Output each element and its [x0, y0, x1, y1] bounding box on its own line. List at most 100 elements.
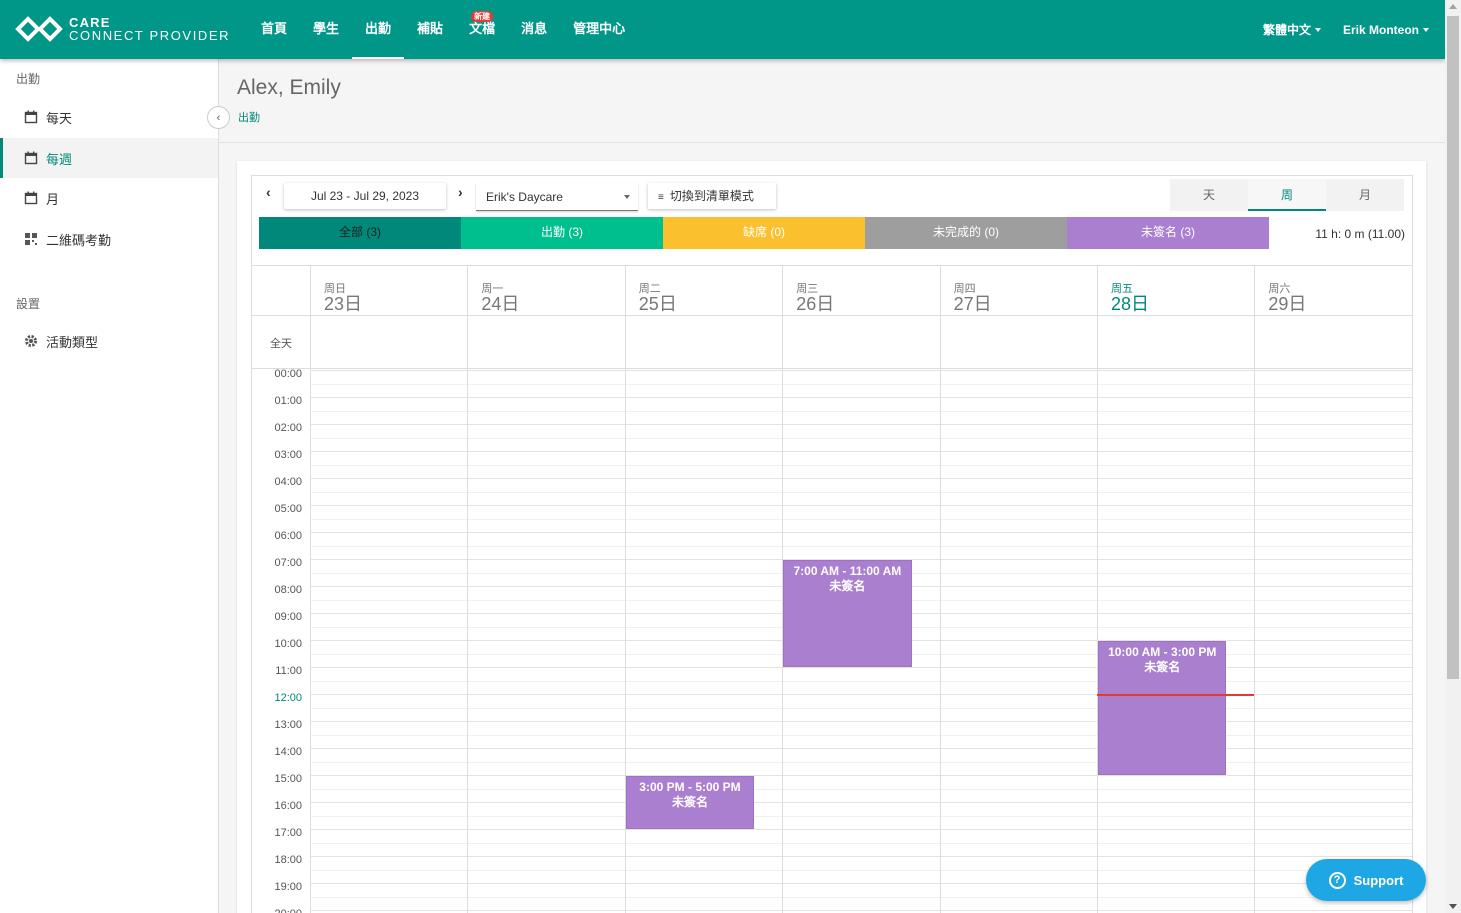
day-header-1[interactable]: 周一 24日	[467, 266, 624, 316]
all-day-cell[interactable]	[782, 316, 939, 368]
time-label: 07:00	[274, 557, 302, 569]
hour-line	[310, 721, 1412, 722]
nav-item-4[interactable]: 文檔 新建	[456, 0, 508, 59]
day-header-6[interactable]: 周六 29日	[1254, 266, 1411, 316]
all-day-cell[interactable]	[1254, 316, 1411, 368]
status-filter-present[interactable]: 出勤 (3)	[461, 217, 663, 249]
scrollbar-thumb[interactable]	[1447, 16, 1459, 679]
page-scrollbar[interactable]	[1445, 0, 1461, 913]
location-select[interactable]: Erik's Daycare	[476, 183, 638, 211]
nav-item-2[interactable]: 出勤	[352, 0, 405, 59]
help-icon: ?	[1328, 871, 1346, 889]
nav-item-label: 文檔	[469, 21, 496, 36]
view-tab-0[interactable]: 天	[1170, 179, 1248, 211]
breadcrumb[interactable]: 出勤	[238, 109, 260, 125]
day-header-5[interactable]: 周五 28日	[1097, 266, 1254, 316]
nav-item-1[interactable]: 學生	[300, 0, 352, 59]
all-day-cell[interactable]	[467, 316, 624, 368]
total-hours: 11 h: 0 m (11.00)	[1315, 227, 1405, 241]
day-column	[939, 369, 941, 913]
list-mode-button[interactable]: ≡ 切換到清單模式	[648, 183, 776, 209]
hour-line	[310, 856, 1412, 857]
day-column	[624, 369, 626, 913]
language-dropdown[interactable]: 繁體中文	[1263, 21, 1321, 38]
hour-line	[310, 505, 1412, 506]
all-day-cell[interactable]	[939, 316, 1097, 368]
sidebar: 出勤 每天 每週月二維碼考勤 設置 活動類型	[0, 59, 219, 913]
time-label: 03:00	[274, 449, 302, 461]
all-day-cell[interactable]	[1097, 316, 1254, 368]
calendar-day-icon	[24, 110, 38, 124]
hour-line	[310, 397, 1412, 398]
all-day-cell[interactable]	[310, 316, 467, 368]
sidebar-collapse-button[interactable]: ‹	[207, 106, 230, 129]
user-menu[interactable]: Erik Monteon	[1343, 23, 1429, 37]
status-filter-incomplete[interactable]: 未完成的 (0)	[865, 217, 1067, 249]
status-filter-bar: 全部 (3) 出勤 (3) 缺席 (0) 未完成的 (0) 未簽名 (3)	[259, 217, 1269, 249]
nav-item-label: 首頁	[261, 21, 288, 36]
date-range-picker[interactable]: Jul 23 - Jul 29, 2023	[284, 183, 446, 209]
chevron-left-icon: ‹	[216, 111, 221, 124]
half-hour-line	[310, 869, 1412, 871]
logo-mark-icon	[15, 16, 63, 42]
chevron-down-icon	[1423, 27, 1429, 32]
event-status: 未簽名	[671, 795, 708, 809]
view-tabs: 天周月	[1170, 179, 1404, 211]
view-tab-2[interactable]: 月	[1326, 179, 1404, 211]
next-week-button[interactable]: ›	[458, 184, 463, 200]
half-hour-line	[310, 545, 1412, 547]
time-label: 15:00	[274, 773, 302, 785]
day-header-4[interactable]: 周四 27日	[939, 266, 1097, 316]
day-date: 28日	[1111, 294, 1150, 314]
sidebar-item-1[interactable]: 每週	[0, 138, 218, 178]
sidebar-item-0[interactable]: 每天	[0, 97, 218, 137]
calendar-month-icon	[24, 191, 38, 205]
hour-line	[310, 370, 1412, 371]
day-column	[310, 369, 311, 913]
prev-week-button[interactable]: ‹	[266, 184, 271, 200]
scroll-up-icon[interactable]	[1449, 4, 1457, 9]
nav-item-3[interactable]: 補貼	[404, 0, 456, 59]
time-label: 09:00	[274, 611, 302, 623]
event-time: 10:00 AM - 3:00 PM	[1108, 645, 1217, 659]
hour-line	[310, 667, 1412, 668]
sidebar-item-2[interactable]: 月	[0, 178, 218, 218]
status-filter-absent[interactable]: 缺席 (0)	[663, 217, 865, 249]
attendance-event[interactable]: 7:00 AM - 11:00 AM 未簽名	[783, 560, 912, 667]
brand-logo[interactable]: CARE CONNECT PROVIDER	[14, 14, 230, 44]
support-button[interactable]: ? Support	[1306, 859, 1426, 901]
day-date: 26日	[796, 294, 835, 314]
all-day-cell[interactable]	[624, 316, 782, 368]
time-label: 11:00	[275, 665, 302, 677]
status-filter-all[interactable]: 全部 (3)	[259, 217, 461, 249]
attendance-event[interactable]: 10:00 AM - 3:00 PM 未簽名	[1098, 641, 1227, 775]
scroll-down-icon[interactable]	[1449, 904, 1457, 909]
time-label: 08:00	[274, 584, 302, 596]
half-hour-line	[310, 518, 1412, 520]
day-header-2[interactable]: 周二 25日	[624, 266, 782, 316]
time-label: 14:00	[274, 746, 302, 758]
hour-line	[310, 748, 1412, 749]
half-hour-line	[310, 410, 1412, 412]
half-hour-line	[310, 707, 1412, 709]
time-label: 16:00	[274, 800, 302, 812]
nav-item-5[interactable]: 消息	[508, 0, 560, 59]
view-tab-1[interactable]: 周	[1248, 179, 1326, 211]
half-hour-line	[310, 437, 1412, 439]
half-hour-line	[310, 896, 1412, 898]
sidebar-item-3[interactable]: 二維碼考勤	[0, 219, 218, 259]
sidebar-item-activity-types[interactable]: 活動類型	[0, 321, 218, 361]
attendance-event[interactable]: 3:00 PM - 5:00 PM 未簽名	[625, 776, 755, 829]
day-date: 27日	[953, 294, 992, 314]
event-time: 3:00 PM - 5:00 PM	[639, 780, 741, 794]
day-header-0[interactable]: 周日 23日	[310, 266, 467, 316]
day-header-3[interactable]: 周三 26日	[782, 266, 939, 316]
brand-line2: CONNECT PROVIDER	[69, 28, 231, 43]
sidebar-item-label: 月	[46, 191, 60, 207]
nav-item-label: 管理中心	[573, 21, 626, 36]
nav-item-0[interactable]: 首頁	[248, 0, 300, 59]
half-hour-line	[310, 383, 1412, 385]
nav-item-6[interactable]: 管理中心	[560, 0, 638, 59]
status-filter-unsigned[interactable]: 未簽名 (3)	[1067, 217, 1269, 249]
time-grid[interactable]: 00:00 01:00 02:00 03:00 04:00 05:00 06:00 07:00…	[252, 368, 1412, 913]
